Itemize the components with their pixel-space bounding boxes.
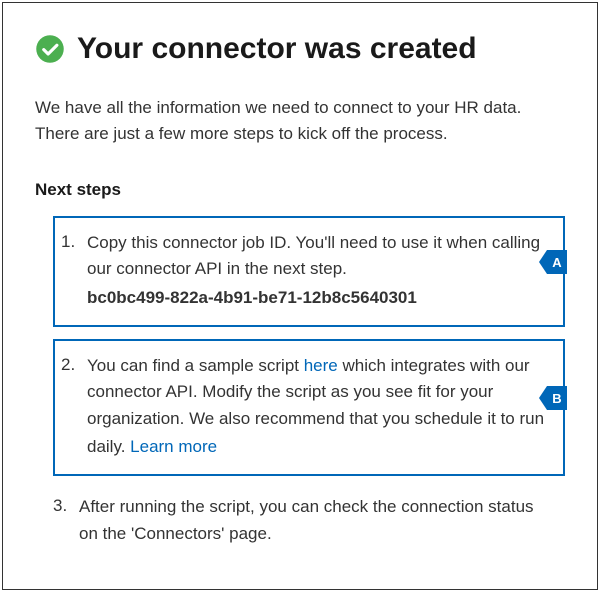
step-2-content: You can find a sample script here which … bbox=[83, 347, 555, 468]
step-2-text-before: You can find a sample script bbox=[87, 356, 304, 375]
header: Your connector was created bbox=[35, 31, 565, 67]
step-1: Copy this connector job ID. You'll need … bbox=[53, 216, 565, 327]
step-2: You can find a sample script here which … bbox=[53, 339, 565, 476]
page-title: Your connector was created bbox=[77, 31, 477, 67]
callout-tag-b: B bbox=[547, 386, 567, 410]
description-text: We have all the information we need to c… bbox=[35, 95, 565, 146]
connector-job-id: bc0bc499-822a-4b91-be71-12b8c5640301 bbox=[87, 285, 547, 311]
callout-tag-a: A bbox=[547, 250, 567, 274]
next-steps-heading: Next steps bbox=[35, 180, 565, 200]
steps-wrapper: Copy this connector job ID. You'll need … bbox=[35, 216, 565, 555]
step-3: After running the script, you can check … bbox=[53, 488, 565, 555]
callout-b-label: B bbox=[552, 391, 561, 406]
callout-a-label: A bbox=[552, 255, 561, 270]
steps-list: Copy this connector job ID. You'll need … bbox=[35, 216, 565, 555]
step-1-content: Copy this connector job ID. You'll need … bbox=[83, 224, 555, 319]
learn-more-link[interactable]: Learn more bbox=[130, 434, 217, 460]
step-3-content: After running the script, you can check … bbox=[75, 488, 565, 555]
sample-script-link[interactable]: here bbox=[304, 356, 338, 375]
step-3-text: After running the script, you can check … bbox=[79, 497, 534, 542]
success-check-icon bbox=[35, 34, 65, 64]
step-1-text: Copy this connector job ID. You'll need … bbox=[87, 233, 540, 278]
confirmation-panel: Your connector was created We have all t… bbox=[2, 2, 598, 590]
